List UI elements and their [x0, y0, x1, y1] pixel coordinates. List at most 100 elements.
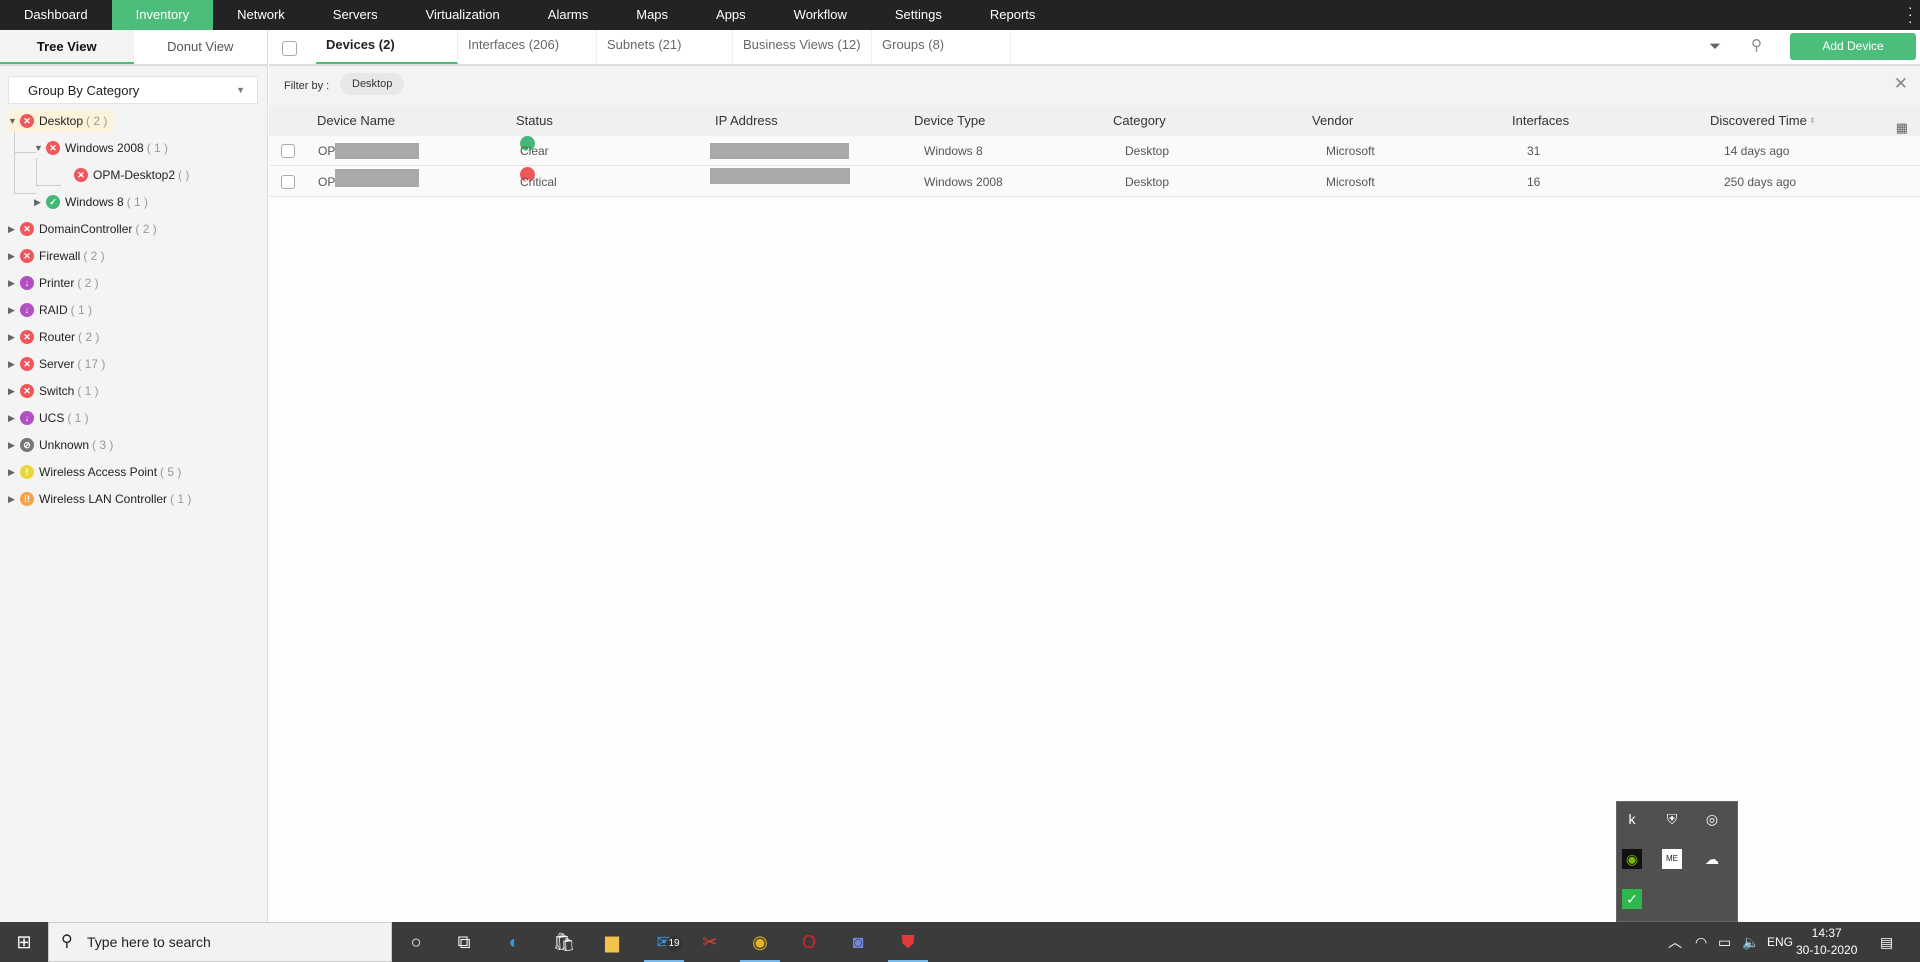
tree-node[interactable]: ▶ ⊘ Unknown( 3 ) — [8, 434, 113, 456]
discord-icon[interactable]: ◙ — [838, 922, 878, 962]
tree-node[interactable]: ▶ ✕ DomainController( 2 ) — [8, 218, 157, 240]
security-app-icon[interactable]: ⛊ — [888, 922, 928, 962]
nav-alarms[interactable]: Alarms — [524, 0, 612, 30]
expand-right-icon[interactable]: ▶ — [8, 251, 20, 262]
col-discovered-time[interactable]: Discovered Time — [1710, 106, 1807, 136]
expand-right-icon[interactable]: ▶ — [34, 197, 46, 208]
store-icon[interactable]: 🛍 — [544, 922, 584, 962]
table-row[interactable]: OP ✓ Clear Windows 8 Desktop Microsoft 31… — [269, 136, 1920, 166]
nav-apps[interactable]: Apps — [692, 0, 770, 30]
snipping-tool-icon[interactable]: ✂ — [690, 922, 730, 962]
expand-right-icon[interactable]: ▶ — [8, 440, 20, 451]
nvidia-icon[interactable]: ◉ — [1622, 849, 1642, 869]
tab-subnets[interactable]: Subnets (21) — [597, 30, 733, 64]
nav-dashboard[interactable]: Dashboard — [0, 0, 112, 30]
defender-icon[interactable]: ⛨ — [1662, 809, 1682, 829]
col-device-type[interactable]: Device Type — [914, 106, 985, 136]
more-menu-icon[interactable]: · · · — [1908, 0, 1914, 28]
clock[interactable]: 14:37 30-10-2020 — [1796, 925, 1857, 959]
tree-node[interactable]: ▶ ✕ Switch( 1 ) — [8, 380, 99, 402]
tab-groups[interactable]: Groups (8) — [872, 30, 1011, 64]
language-indicator[interactable]: ENG — [1767, 922, 1793, 962]
expand-right-icon[interactable]: ▶ — [8, 359, 20, 370]
cortana-icon[interactable]: ○ — [396, 922, 436, 962]
filter-chip-desktop[interactable]: Desktop — [340, 73, 405, 95]
tree-node[interactable]: ▶ ✕ Router( 2 ) — [8, 326, 99, 348]
nav-servers[interactable]: Servers — [309, 0, 402, 30]
col-ip-address[interactable]: IP Address — [715, 106, 778, 136]
nav-network[interactable]: Network — [213, 0, 309, 30]
device-name[interactable]: OP — [318, 167, 335, 197]
group-by-select[interactable]: Group By Category ▼ — [8, 76, 258, 104]
tree-node-count: ( 3 ) — [92, 438, 114, 452]
windows-start-icon[interactable]: ⊞ — [0, 922, 48, 962]
onedrive-icon[interactable]: ☁ — [1702, 849, 1722, 869]
tree-node[interactable]: ▶!! Wireless LAN Controller( 1 ) — [8, 488, 191, 510]
wifi-icon[interactable]: ◠ — [1695, 922, 1707, 962]
update-icon[interactable]: ◎ — [1702, 809, 1722, 829]
chrome-icon[interactable]: ◉ — [740, 922, 780, 962]
tree-node[interactable]: ▶! Wireless Access Point( 5 ) — [8, 461, 181, 483]
tab-tree-view[interactable]: Tree View — [0, 30, 134, 64]
table-row[interactable]: OP ✕ Critical Windows 2008 Desktop Micros… — [269, 167, 1920, 197]
tree-node[interactable]: ▶ ✕ Server( 17 ) — [8, 353, 105, 375]
tree-node[interactable]: ▶ ↓ Printer( 2 ) — [8, 272, 99, 294]
expand-down-icon[interactable]: ▼ — [34, 143, 46, 153]
expand-down-icon[interactable]: ▼ — [8, 116, 20, 126]
expand-right-icon[interactable]: ▶ — [8, 332, 20, 343]
expand-right-icon[interactable]: ▶ — [8, 224, 20, 235]
close-icon[interactable]: ✕ — [1894, 74, 1908, 94]
add-device-button[interactable]: Add Device — [1790, 33, 1916, 60]
tree-node[interactable]: ▼ ✕ Windows 2008( 1 ) — [34, 137, 168, 159]
col-status[interactable]: Status — [516, 106, 553, 136]
nav-maps[interactable]: Maps — [612, 0, 692, 30]
show-hidden-icons[interactable]: ︿ — [1668, 922, 1682, 962]
edge-icon[interactable]: ◐ — [494, 922, 534, 962]
status-trouble-icon: !! — [20, 492, 34, 506]
sort-icon[interactable]: ⬍ — [1809, 106, 1816, 136]
expand-right-icon[interactable]: ▶ — [8, 413, 20, 424]
row-checkbox[interactable] — [281, 144, 295, 158]
col-interfaces[interactable]: Interfaces — [1512, 106, 1569, 136]
expand-right-icon[interactable]: ▶ — [8, 386, 20, 397]
tree-node[interactable]: ✕ OPM-Desktop2( ) — [62, 164, 189, 186]
col-device-name[interactable]: Device Name — [317, 106, 395, 136]
device-name[interactable]: OP — [318, 136, 335, 166]
volume-icon[interactable]: 🔈 — [1742, 922, 1759, 962]
expand-right-icon[interactable]: ▶ — [8, 278, 20, 289]
search-icon[interactable]: ⚲ — [1751, 36, 1762, 54]
opera-icon[interactable]: O — [789, 922, 829, 962]
tab-interfaces[interactable]: Interfaces (206) — [458, 30, 597, 64]
row-checkbox[interactable] — [281, 175, 295, 189]
tree-node[interactable]: ▶ ↓ UCS( 1 ) — [8, 407, 89, 429]
tree-node[interactable]: ▼ ✕ Desktop( 2 ) — [8, 110, 114, 132]
task-view-icon[interactable]: ⧉ — [444, 922, 484, 962]
mail-icon[interactable]: ✉ 19 — [644, 922, 684, 962]
select-all-checkbox[interactable] — [282, 41, 297, 56]
taskbar-search-input[interactable]: ⚲ Type here to search — [48, 922, 392, 962]
nav-reports[interactable]: Reports — [966, 0, 1060, 30]
battery-icon[interactable]: ▭ — [1718, 922, 1731, 962]
col-category[interactable]: Category — [1113, 106, 1166, 136]
nav-workflow[interactable]: Workflow — [770, 0, 871, 30]
category: Desktop — [1125, 175, 1170, 189]
expand-right-icon[interactable]: ▶ — [8, 467, 20, 478]
tab-devices[interactable]: Devices (2) — [316, 30, 458, 64]
nav-settings[interactable]: Settings — [871, 0, 966, 30]
tab-donut-view[interactable]: Donut View — [133, 30, 267, 64]
tree-node[interactable]: ▶ ✕ Firewall( 2 ) — [8, 245, 105, 267]
nav-virtualization[interactable]: Virtualization — [402, 0, 524, 30]
expand-right-icon[interactable]: ▶ — [8, 305, 20, 316]
expand-right-icon[interactable]: ▶ — [8, 494, 20, 505]
filter-icon[interactable]: ⏷ — [1709, 38, 1721, 55]
manageengine-icon[interactable]: ME — [1662, 849, 1682, 869]
notifications-icon[interactable]: ▤ — [1880, 922, 1893, 962]
tab-business-views[interactable]: Business Views (12) — [733, 30, 872, 64]
k-app-icon[interactable]: k — [1622, 809, 1642, 829]
nav-inventory[interactable]: Inventory — [111, 0, 214, 30]
tree-node[interactable]: ▶ ↓ RAID( 1 ) — [8, 299, 92, 321]
security-lock-icon[interactable]: ✓ — [1622, 889, 1642, 909]
tree-node[interactable]: ▶ ✓ Windows 8( 1 ) — [34, 191, 148, 213]
col-vendor[interactable]: Vendor — [1312, 106, 1353, 136]
file-explorer-icon[interactable]: ▆ — [592, 922, 632, 962]
